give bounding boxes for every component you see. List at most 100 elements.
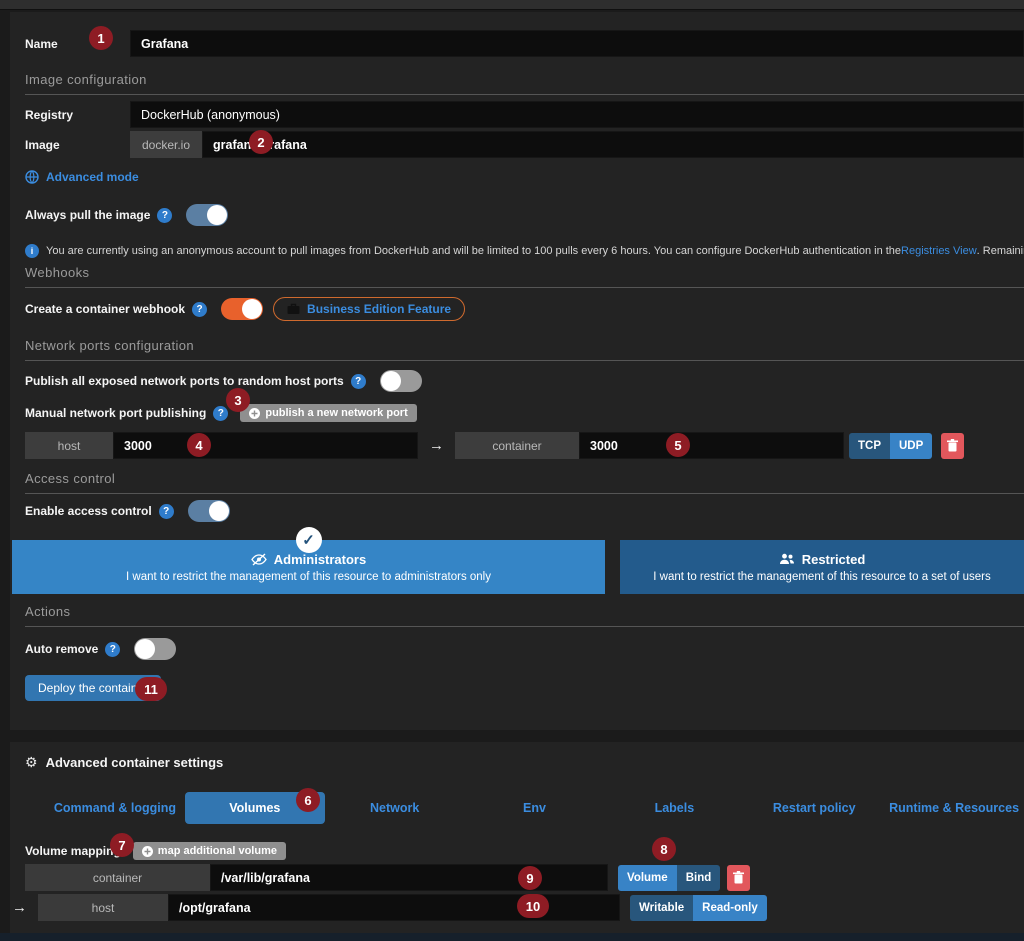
always-pull-help-icon[interactable]: ? [157,208,172,223]
business-edition-badge: Business Edition Feature [273,297,465,321]
host-port-addon: host [25,432,113,459]
container-port-input[interactable]: 3000 [579,432,844,459]
step-badge-10: 10 [517,894,549,918]
port-mapping-row: host 3000 → container 3000 TCP UDP [25,432,1024,459]
administrators-desc: I want to restrict the management of thi… [126,571,491,583]
tcp-button[interactable]: TCP [849,433,890,459]
business-edition-label: Business Edition Feature [307,302,451,316]
toggle-knob [209,501,229,521]
bind-type-button[interactable]: Bind [677,865,721,891]
restricted-option[interactable]: Restricted I want to restrict the manage… [620,540,1024,594]
advanced-settings-title: Advanced container settings [46,755,224,770]
step-badge-7: 7 [110,833,134,857]
step-badge-9: 9 [518,866,542,890]
udp-button[interactable]: UDP [890,433,932,459]
toggle-knob [242,299,262,319]
section-image-configuration: Image configuration [25,72,1024,95]
step-badge-6: 6 [296,788,320,812]
pull-limit-notice: i You are currently using an anonymous a… [25,244,1024,258]
name-input[interactable]: Grafana [130,30,1024,57]
volume-container-input[interactable]: /var/lib/grafana [210,864,608,891]
administrators-option[interactable]: ✓ Administrators I want to restrict the … [12,540,605,594]
step-badge-4: 4 [187,433,211,457]
create-container-page: Name Grafana Image configuration Registr… [0,0,1024,941]
auto-remove-help-icon[interactable]: ? [105,642,120,657]
webhook-help-icon[interactable]: ? [192,302,207,317]
registries-view-link[interactable]: Registries View [901,245,977,257]
tab-env[interactable]: Env [465,792,605,824]
notice-text: You are currently using an anonymous acc… [46,245,901,257]
enable-access-toggle[interactable] [188,500,230,522]
registry-label: Registry [25,108,120,122]
step-badge-3: 3 [226,388,250,412]
tab-command-logging[interactable]: Command & logging [45,792,185,824]
tab-labels[interactable]: Labels [604,792,744,824]
toggle-knob [207,205,227,225]
advanced-tabs: Command & logging Volumes Network Env La… [45,792,1024,824]
trash-icon [947,439,958,452]
step-badge-5: 5 [666,433,690,457]
notice-text-after: . Remaining pulls: [977,245,1024,257]
image-registry-addon: docker.io [130,131,202,158]
volume-type-button[interactable]: Volume [618,865,677,891]
create-webhook-label: Create a container webhook [25,302,185,316]
tab-restart-policy[interactable]: Restart policy [744,792,884,824]
info-icon: i [25,244,39,258]
publish-all-help-icon[interactable]: ? [351,374,366,389]
tab-runtime-resources[interactable]: Runtime & Resources [884,792,1024,824]
auto-remove-row: Auto remove ? [25,638,1024,660]
enable-access-row: Enable access control ? [25,500,1024,522]
manual-port-label: Manual network port publishing [25,406,206,420]
deploy-row: Deploy the container [25,675,1024,701]
writable-button[interactable]: Writable [630,895,693,921]
image-label: Image [25,138,120,152]
auto-remove-toggle[interactable] [134,638,176,660]
add-volume-button[interactable]: map additional volume [133,842,286,860]
advanced-mode-link[interactable]: Advanced mode [46,170,139,184]
step-badge-2: 2 [249,130,273,154]
always-pull-row: Always pull the image ? [25,204,1024,226]
host-port-input[interactable]: 3000 [113,432,418,459]
image-row: Image docker.io grafana/grafana [25,131,1024,158]
enable-access-label: Enable access control [25,504,152,518]
step-badge-11: 11 [135,677,167,701]
add-port-button[interactable]: publish a new network port [240,404,416,422]
restricted-title: Restricted [802,552,866,567]
plus-circle-icon [142,846,153,857]
trash-icon [733,871,744,884]
enable-access-help-icon[interactable]: ? [159,504,174,519]
registry-select[interactable]: DockerHub (anonymous) [130,101,1024,128]
manual-port-help-icon[interactable]: ? [213,406,228,421]
registry-row: Registry DockerHub (anonymous) [25,101,1024,128]
step-badge-8: 8 [652,837,676,861]
add-port-button-label: publish a new network port [265,407,407,419]
toggle-knob [135,639,155,659]
volume-host-input[interactable]: /opt/grafana [168,894,620,921]
restricted-desc: I want to restrict the management of thi… [653,571,991,583]
remove-volume-button[interactable] [727,865,750,891]
volume-host-addon: host [38,894,168,921]
bottom-divider-bar [0,933,1024,941]
advanced-mode-row: Advanced mode [25,170,1024,184]
users-icon [779,553,795,565]
gear-icon: ⚙ [25,754,38,771]
remove-port-button[interactable] [941,433,964,459]
briefcase-icon [287,303,300,315]
always-pull-toggle[interactable] [186,204,228,226]
section-network-ports: Network ports configuration [25,338,1024,361]
webhook-toggle[interactable] [221,298,263,320]
webhook-row: Create a container webhook ? Business Ed… [25,297,1024,321]
selected-check-icon: ✓ [296,527,322,553]
always-pull-label: Always pull the image [25,208,150,222]
image-input[interactable]: grafana/grafana [202,131,1024,158]
tab-network[interactable]: Network [325,792,465,824]
container-form-panel: Name Grafana Image configuration Registr… [10,12,1024,730]
publish-all-toggle[interactable] [380,370,422,392]
section-webhooks: Webhooks [25,265,1024,288]
plus-circle-icon [249,408,260,419]
arrow-right-icon: → [12,899,27,916]
volume-container-addon: container [25,864,210,891]
readonly-button[interactable]: Read-only [693,895,767,921]
access-options-row: ✓ Administrators I want to restrict the … [12,540,1024,594]
advanced-settings-header: ⚙ Advanced container settings [25,754,1024,771]
